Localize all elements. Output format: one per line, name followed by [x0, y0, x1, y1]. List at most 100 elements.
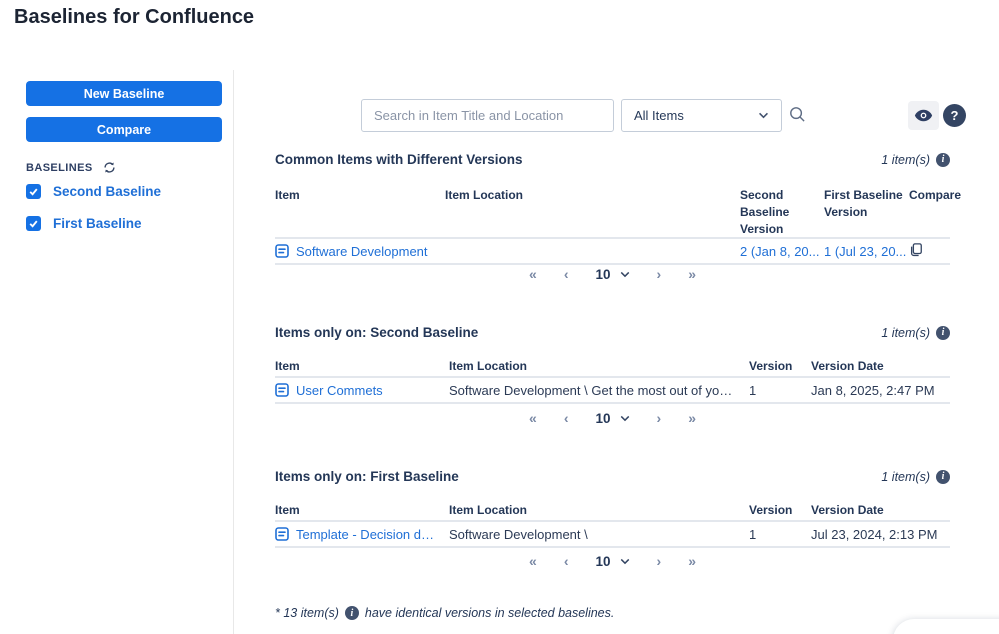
checkmark-icon [29, 220, 38, 228]
page-size-dropdown[interactable]: 10 [595, 554, 629, 569]
chevron-down-icon [620, 271, 629, 277]
section-header-second-baseline-only: Items only on: Second Baseline 1 item(s)… [275, 325, 950, 340]
baseline-row-first: First Baseline [26, 216, 142, 231]
compare-button[interactable]: Compare [26, 117, 222, 142]
baseline-checkbox-first[interactable] [26, 216, 41, 231]
pagination-common-items: « ‹ 10 › » [275, 266, 950, 282]
search-icon[interactable] [789, 106, 809, 126]
table-header-row: Item Item Location Second Baseline Versi… [275, 187, 962, 240]
item-type-filter-dropdown[interactable]: All Items [621, 99, 782, 132]
table-header-row: Item Item Location Version Version Date [275, 358, 950, 378]
compare-versions-button[interactable] [909, 243, 923, 260]
section-header-first-baseline-only: Items only on: First Baseline 1 item(s) … [275, 469, 950, 484]
prev-page-button[interactable]: ‹ [564, 266, 569, 282]
item-link[interactable]: Template - Decision doc... [296, 527, 439, 542]
info-icon[interactable]: i [936, 325, 950, 340]
page-size-value: 10 [595, 553, 611, 569]
baselines-app: Baselines for Confluence New Baseline Co… [0, 0, 999, 634]
note-prefix: * 13 item(s) [275, 606, 339, 620]
item-link[interactable]: User Commets [296, 383, 383, 398]
pagination-second-baseline-only: « ‹ 10 › » [275, 410, 950, 426]
section-title: Items only on: Second Baseline [275, 325, 479, 340]
baseline-link-second[interactable]: Second Baseline [53, 184, 161, 199]
first-page-button[interactable]: « [529, 266, 537, 282]
baseline-link-first[interactable]: First Baseline [53, 216, 142, 231]
item-link[interactable]: Software Development [296, 244, 428, 259]
table-row: User Commets Software Development \ Get … [275, 378, 950, 404]
last-page-button[interactable]: » [688, 266, 696, 282]
baselines-heading: BASELINES [26, 161, 93, 174]
version-date-cell: Jul 23, 2024, 2:13 PM [811, 526, 938, 542]
first-page-button[interactable]: « [529, 410, 537, 426]
info-icon[interactable]: i [936, 469, 950, 484]
next-page-button[interactable]: › [657, 553, 662, 569]
prev-page-button[interactable]: ‹ [564, 410, 569, 426]
column-header-item-location: Item Location [445, 188, 524, 202]
item-location-cell: Software Development \ [449, 526, 588, 542]
baselines-heading-row: BASELINES [26, 161, 116, 174]
column-header-version-date: Version Date [811, 359, 884, 373]
copy-icon [910, 243, 922, 256]
second-baseline-version-link[interactable]: 2 (Jan 8, 20... [740, 244, 820, 259]
version-cell: 1 [749, 526, 757, 542]
table-header-row: Item Item Location Version Version Date [275, 502, 950, 522]
table-common-items: Item Item Location Second Baseline Versi… [275, 187, 962, 266]
next-page-button[interactable]: › [657, 410, 662, 426]
identical-items-note: * 13 item(s) i have identical versions i… [275, 606, 614, 620]
prev-page-button[interactable]: ‹ [564, 553, 569, 569]
page-size-dropdown[interactable]: 10 [595, 267, 629, 282]
baseline-row-second: Second Baseline [26, 184, 161, 199]
column-header-version: Version [749, 359, 793, 373]
help-button[interactable]: ? [943, 104, 966, 127]
search-input[interactable] [361, 99, 614, 132]
column-header-version: Version [749, 503, 793, 517]
version-date-cell: Jan 8, 2025, 2:47 PM [811, 382, 935, 398]
filter-selected-value: All Items [634, 108, 684, 123]
page-title: Baselines for Confluence [14, 6, 255, 28]
page-icon [275, 244, 289, 259]
table-row: Software Development 2 (Jan 8, 20... 1 (… [275, 239, 950, 266]
page-icon [275, 383, 289, 397]
baseline-checkbox-second[interactable] [26, 184, 41, 199]
column-header-item: Item [275, 188, 300, 202]
section-title: Items only on: First Baseline [275, 469, 459, 484]
column-header-item-location: Item Location [449, 503, 528, 517]
page-icon [275, 527, 289, 541]
next-page-button[interactable]: › [657, 266, 662, 282]
item-count: 1 item(s) i [881, 325, 950, 340]
checkmark-icon [29, 188, 38, 196]
info-icon[interactable]: i [344, 606, 359, 620]
section-title: Common Items with Different Versions [275, 152, 523, 167]
visibility-toggle-button[interactable] [908, 101, 939, 130]
column-header-compare: Compare [909, 188, 962, 202]
sidebar-divider [233, 70, 234, 634]
chevron-down-icon [620, 558, 629, 564]
first-baseline-version-link[interactable]: 1 (Jul 23, 20... [824, 244, 906, 259]
page-size-value: 10 [595, 266, 611, 282]
first-page-button[interactable]: « [529, 553, 537, 569]
note-suffix: have identical versions in selected base… [364, 606, 615, 620]
question-mark-icon: ? [950, 108, 959, 123]
last-page-button[interactable]: » [688, 553, 696, 569]
chevron-down-icon [759, 112, 768, 119]
column-header-first-baseline-version: First Baseline Version [824, 188, 903, 219]
column-header-item-location: Item Location [449, 359, 528, 373]
floating-widget-button[interactable] [893, 619, 999, 634]
column-header-item: Item [275, 359, 300, 373]
item-location-cell: Software Development \ Get the most out … [449, 382, 749, 398]
pagination-first-baseline-only: « ‹ 10 › » [275, 553, 950, 569]
column-header-second-baseline-version: Second Baseline Version [740, 188, 790, 236]
item-count: 1 item(s) i [881, 152, 950, 167]
version-cell: 1 [749, 382, 757, 398]
table-first-baseline-only: Item Item Location Version Version Date … [275, 502, 950, 548]
new-baseline-button[interactable]: New Baseline [26, 81, 222, 106]
chevron-down-icon [620, 415, 629, 421]
eye-icon [914, 109, 933, 122]
page-size-dropdown[interactable]: 10 [595, 411, 629, 426]
last-page-button[interactable]: » [688, 410, 696, 426]
table-row: Template - Decision doc... Software Deve… [275, 522, 950, 548]
item-count: 1 item(s) i [881, 469, 950, 484]
section-header-common-items: Common Items with Different Versions 1 i… [275, 152, 950, 167]
info-icon[interactable]: i [936, 152, 950, 167]
refresh-icon[interactable] [103, 161, 116, 174]
